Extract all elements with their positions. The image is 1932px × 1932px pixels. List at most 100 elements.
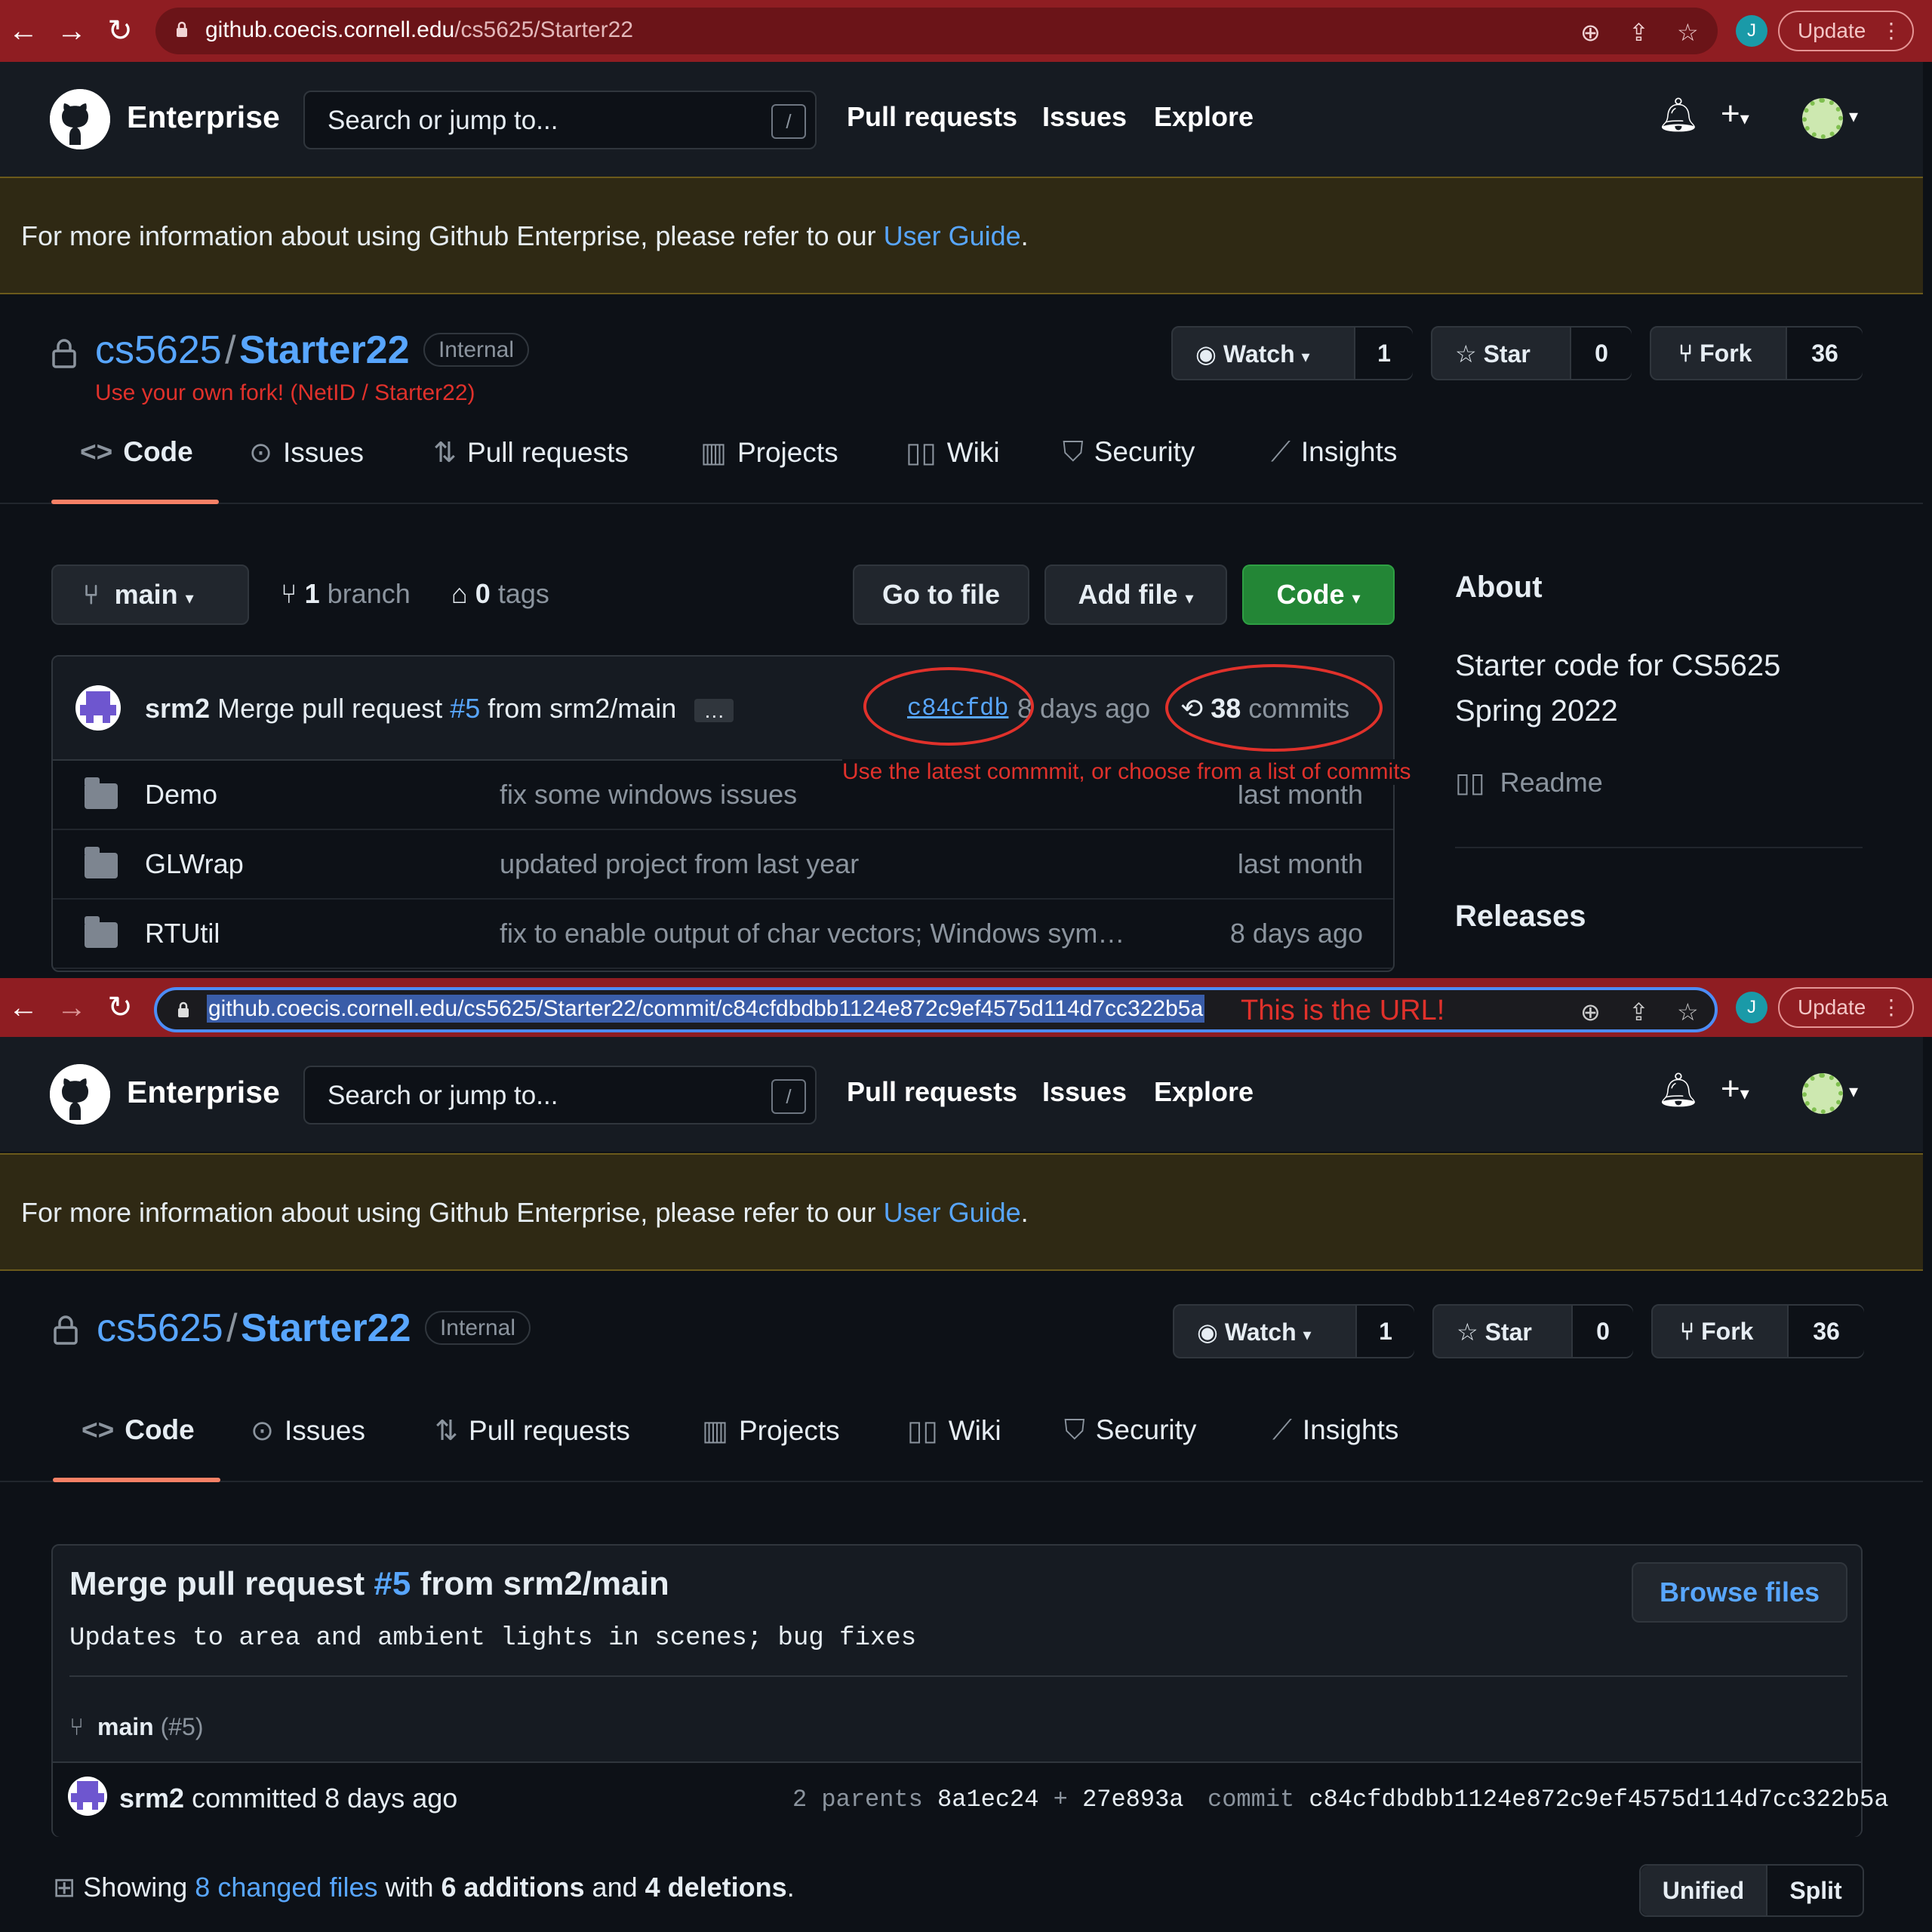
update-button[interactable]: Update ⋮ <box>1778 11 1914 51</box>
tab-security[interactable]: ⛉ Security <box>1064 1414 1196 1447</box>
file-commit-message[interactable]: fix to enable output of char vectors; Wi… <box>500 918 1124 949</box>
tab-issues[interactable]: ⊙ Issues <box>251 1414 365 1447</box>
brand-label[interactable]: Enterprise <box>127 100 280 135</box>
brand-label[interactable]: Enterprise <box>127 1075 280 1110</box>
star-button[interactable]: ☆ Star 0 <box>1431 326 1632 380</box>
star-count[interactable]: 0 <box>1570 328 1632 379</box>
share-icon[interactable]: ⇪ <box>1629 998 1649 1026</box>
back-icon[interactable]: ← <box>6 14 41 48</box>
tab-code[interactable]: <> Code <box>82 1414 195 1446</box>
split-button[interactable]: Split <box>1767 1866 1864 1915</box>
fork-button[interactable]: ⑂ Fork 36 <box>1650 326 1863 380</box>
file-name[interactable]: GLWrap <box>145 848 244 880</box>
go-to-file-button[interactable]: Go to file <box>853 565 1029 625</box>
tab-code[interactable]: <> Code <box>80 436 193 468</box>
fork-count[interactable]: 36 <box>1787 1306 1864 1357</box>
repo-name-link[interactable]: Starter22 <box>241 1306 411 1350</box>
tab-security[interactable]: ⛉ Security <box>1063 436 1195 469</box>
nav-issues[interactable]: Issues <box>1042 1076 1127 1108</box>
zoom-icon[interactable]: ⊕ <box>1580 998 1601 1026</box>
address-bar[interactable]: github.coecis.cornell.edu/cs5625/Starter… <box>154 987 1718 1032</box>
user-guide-link[interactable]: User Guide <box>884 220 1021 251</box>
nav-pull-requests[interactable]: Pull requests <box>847 101 1017 133</box>
branches-link[interactable]: ⑂ 1 branch <box>281 578 411 610</box>
repo-owner-link[interactable]: cs5625 <box>95 328 222 372</box>
watch-count[interactable]: 1 <box>1354 328 1413 379</box>
tab-insights[interactable]: ⟋ Insights <box>1272 1414 1398 1447</box>
browse-files-button[interactable]: Browse files <box>1632 1562 1847 1623</box>
tags-link[interactable]: ⌂ 0 tags <box>451 578 549 610</box>
parent-sha-link[interactable]: 8a1ec24 <box>937 1786 1038 1814</box>
repo-name-link[interactable]: Starter22 <box>239 328 409 372</box>
tab-wiki[interactable]: ▯▯ Wiki <box>906 436 1000 469</box>
reload-icon[interactable]: ↻ <box>103 990 137 1025</box>
repo-owner-link[interactable]: cs5625 <box>97 1306 223 1350</box>
address-bar[interactable]: github.coecis.cornell.edu/cs5625/Starter… <box>155 8 1718 54</box>
changed-files-link[interactable]: 8 changed files <box>195 1872 377 1903</box>
github-logo-icon[interactable] <box>50 1064 110 1124</box>
bookmark-star-icon[interactable]: ☆ <box>1677 998 1699 1026</box>
tab-wiki[interactable]: ▯▯ Wiki <box>907 1414 1001 1447</box>
tab-projects[interactable]: ▥ Projects <box>700 436 838 469</box>
tab-pull-requests[interactable]: ⇅ Pull requests <box>433 436 629 469</box>
pr-link[interactable]: #5 <box>450 693 480 724</box>
avatar[interactable] <box>68 1777 107 1816</box>
search-input[interactable]: Search or jump to... / <box>303 91 817 149</box>
profile-avatar[interactable]: J <box>1736 15 1767 47</box>
code-download-button[interactable]: Code ▾ <box>1242 565 1395 625</box>
url-text[interactable]: github.coecis.cornell.edu/cs5625/Starter… <box>207 995 1205 1023</box>
zoom-icon[interactable]: ⊕ <box>1580 18 1601 47</box>
forward-icon[interactable]: → <box>54 990 89 1025</box>
tab-projects[interactable]: ▥ Projects <box>702 1414 840 1447</box>
tab-issues[interactable]: ⊙ Issues <box>249 436 364 469</box>
back-icon[interactable]: ← <box>6 990 41 1025</box>
user-guide-link[interactable]: User Guide <box>884 1197 1021 1228</box>
file-name[interactable]: RTUtil <box>145 918 220 949</box>
avatar[interactable] <box>75 685 121 731</box>
nav-explore[interactable]: Explore <box>1154 1076 1254 1108</box>
readme-link[interactable]: ▯▯ Readme <box>1455 767 1603 798</box>
unified-button[interactable]: Unified <box>1641 1866 1767 1915</box>
watch-button[interactable]: ◉ Watch ▾ 1 <box>1171 326 1413 380</box>
expand-message-button[interactable]: … <box>694 699 734 722</box>
branch-select[interactable]: ⑂ main ▾ <box>51 565 249 625</box>
pr-ref-link[interactable]: (#5) <box>161 1713 204 1740</box>
forward-icon[interactable]: → <box>54 14 89 48</box>
file-row[interactable]: GLWrap updated project from last year la… <box>53 830 1393 900</box>
star-button[interactable]: ☆ Star 0 <box>1432 1304 1633 1358</box>
fork-button[interactable]: ⑂ Fork 36 <box>1651 1304 1864 1358</box>
nav-issues[interactable]: Issues <box>1042 101 1127 133</box>
reload-icon[interactable]: ↻ <box>103 14 137 48</box>
user-avatar[interactable] <box>1802 1073 1843 1114</box>
star-count[interactable]: 0 <box>1571 1306 1633 1357</box>
add-file-button[interactable]: Add file ▾ <box>1044 565 1227 625</box>
share-icon[interactable]: ⇪ <box>1629 18 1649 47</box>
user-avatar[interactable] <box>1802 98 1843 139</box>
bell-icon[interactable]: 🔔︎ <box>1657 95 1700 134</box>
releases-heading[interactable]: Releases <box>1455 900 1586 934</box>
chevron-down-icon[interactable]: ▾ <box>1849 106 1858 128</box>
parent-sha-link[interactable]: 27e893a <box>1082 1786 1183 1814</box>
bell-icon[interactable]: 🔔︎ <box>1657 1070 1700 1109</box>
nav-explore[interactable]: Explore <box>1154 101 1254 133</box>
update-button[interactable]: Update ⋮ <box>1778 987 1914 1028</box>
commit-author[interactable]: srm2 <box>145 693 210 724</box>
fork-count[interactable]: 36 <box>1786 328 1863 379</box>
file-row[interactable]: RTUtil fix to enable output of char vect… <box>53 900 1393 969</box>
plus-icon[interactable]: +▾ <box>1721 1070 1749 1108</box>
file-name[interactable]: Demo <box>145 779 217 811</box>
pr-link[interactable]: #5 <box>374 1565 411 1602</box>
file-commit-message[interactable]: fix some windows issues <box>500 779 797 811</box>
github-logo-icon[interactable] <box>50 89 110 149</box>
watch-count[interactable]: 1 <box>1355 1306 1414 1357</box>
branch-link[interactable]: main <box>97 1713 154 1740</box>
tab-pull-requests[interactable]: ⇅ Pull requests <box>435 1414 630 1447</box>
file-commit-message[interactable]: updated project from last year <box>500 848 859 880</box>
bookmark-star-icon[interactable]: ☆ <box>1677 18 1699 47</box>
watch-button[interactable]: ◉ Watch ▾ 1 <box>1173 1304 1414 1358</box>
profile-avatar[interactable]: J <box>1736 992 1767 1023</box>
chevron-down-icon[interactable]: ▾ <box>1849 1081 1858 1103</box>
tab-insights[interactable]: ⟋ Insights <box>1271 436 1397 469</box>
nav-pull-requests[interactable]: Pull requests <box>847 1076 1017 1108</box>
commit-author[interactable]: srm2 <box>119 1783 184 1814</box>
